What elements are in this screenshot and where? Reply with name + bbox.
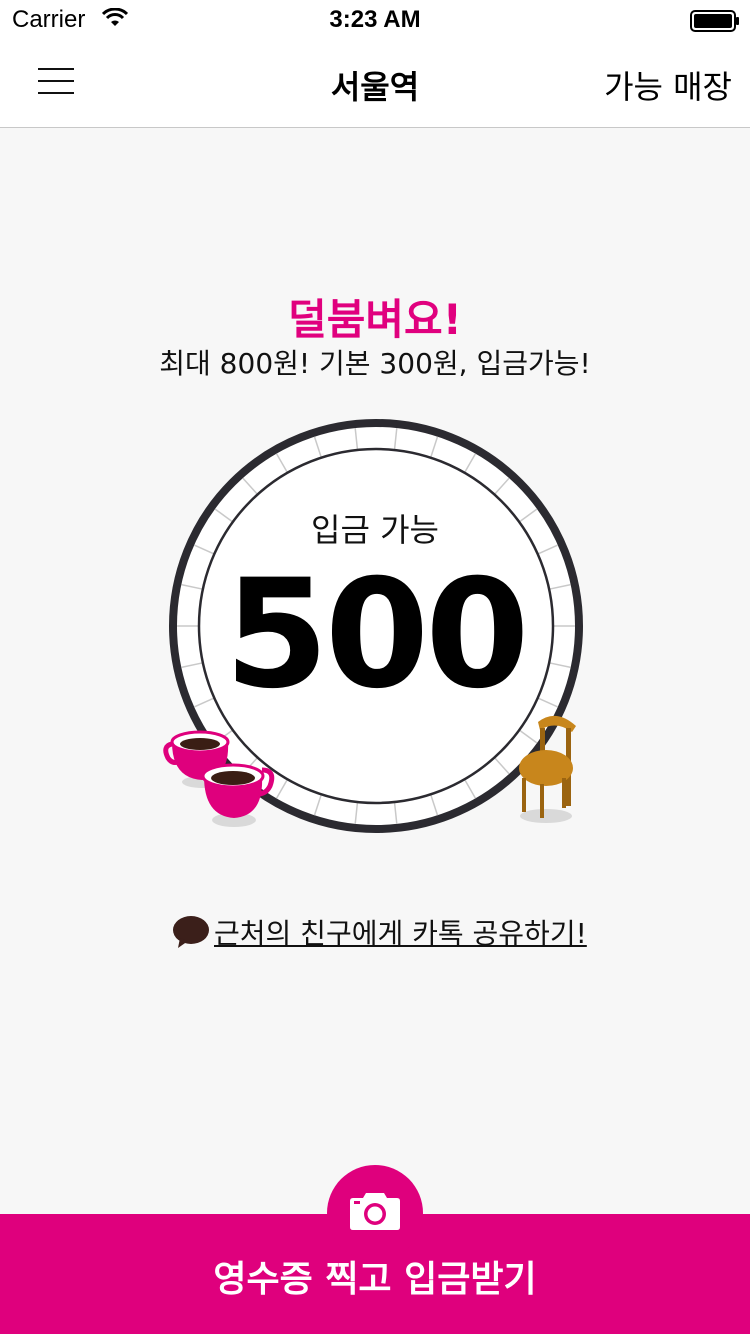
chair-illustration (519, 715, 576, 823)
share-label: 근처의 친구에게 카톡 공유하기! (214, 917, 587, 950)
camera-button[interactable] (327, 1165, 423, 1261)
camera-icon (350, 1193, 400, 1230)
status-time: 3:23 AM (329, 6, 421, 33)
dial-label: 입금 가능 (311, 511, 439, 549)
reward-info-text: 최대 800원! 기본 300원, 입금가능! (159, 347, 591, 380)
available-stores-button[interactable]: 가능 매장 (604, 62, 732, 108)
receipt-deposit-label: 영수증 찍고 입금받기 (213, 1259, 537, 1300)
crowd-status-headline: 덜붐벼요! (288, 295, 462, 344)
status-bar: Carrier 3:23 AM (0, 0, 750, 40)
kakao-share-link[interactable]: 근처의 친구에게 카톡 공유하기! (172, 912, 587, 952)
deposit-amount: 500 (224, 548, 529, 722)
battery-icon (690, 10, 739, 32)
coffee-cups-illustration (163, 730, 275, 827)
kakao-talk-bubble-icon (173, 916, 209, 948)
nav-bar: 서울역 가능 매장 (0, 40, 750, 128)
